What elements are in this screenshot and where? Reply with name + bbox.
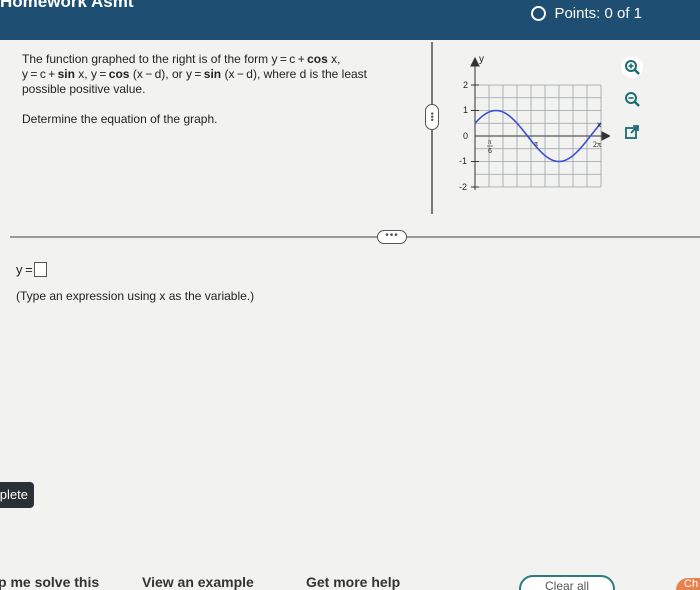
- y-tick-1: 1: [463, 105, 468, 115]
- function-graph: y x 2 1 0 -1 -2 π 6 π 2π: [459, 54, 610, 192]
- question-instruction: Determine the equation of the graph.: [22, 112, 218, 126]
- clear-all-button[interactable]: Clear all: [519, 575, 615, 590]
- horizontal-resize-handle[interactable]: •••: [377, 230, 407, 244]
- y-tick-2: 2: [463, 80, 468, 90]
- progress-circle-icon: [531, 6, 547, 21]
- zoom-out-icon[interactable]: [621, 88, 643, 110]
- question-text: The function graphed to the right is of …: [22, 52, 367, 96]
- complete-button[interactable]: plete: [0, 482, 34, 508]
- zoom-in-icon[interactable]: [621, 56, 643, 78]
- help-me-solve-this-link[interactable]: p me solve this: [0, 574, 99, 590]
- x-axis-arrow: [601, 131, 610, 141]
- x-tick-pi-over-6-num: π: [488, 138, 492, 146]
- points-indicator: Points: 0 of 1: [531, 5, 642, 22]
- y-tick-0: 0: [463, 131, 468, 141]
- y-axis-label: y: [479, 54, 484, 65]
- answer-row: y =: [16, 262, 47, 277]
- external-link-icon[interactable]: [621, 121, 643, 143]
- x-axis-label: x: [597, 120, 601, 129]
- points-label: Points: 0 of 1: [554, 5, 642, 22]
- view-an-example-link[interactable]: View an example: [142, 574, 254, 590]
- answer-hint: (Type an expression using x as the varia…: [16, 289, 255, 303]
- get-more-help-link[interactable]: Get more help: [306, 574, 400, 590]
- assignment-title: Homework Asmt: [0, 0, 134, 11]
- x-tick-2pi: 2π: [593, 140, 601, 149]
- x-tick-pi-over-6-den: 6: [488, 148, 492, 155]
- y-tick-neg1: -1: [459, 156, 467, 166]
- check-answer-button[interactable]: Ch: [676, 578, 700, 590]
- top-header: Homework Asmt Points: 0 of 1: [0, 0, 700, 40]
- y-axis-arrow: [470, 56, 480, 67]
- vertical-resize-handle[interactable]: •••: [425, 104, 439, 130]
- answer-prefix: y =: [16, 262, 33, 277]
- y-tick-neg2: -2: [459, 182, 467, 192]
- horizontal-pane-divider[interactable]: [10, 236, 700, 238]
- x-tick-pi: π: [534, 139, 538, 148]
- answer-input[interactable]: [33, 262, 47, 277]
